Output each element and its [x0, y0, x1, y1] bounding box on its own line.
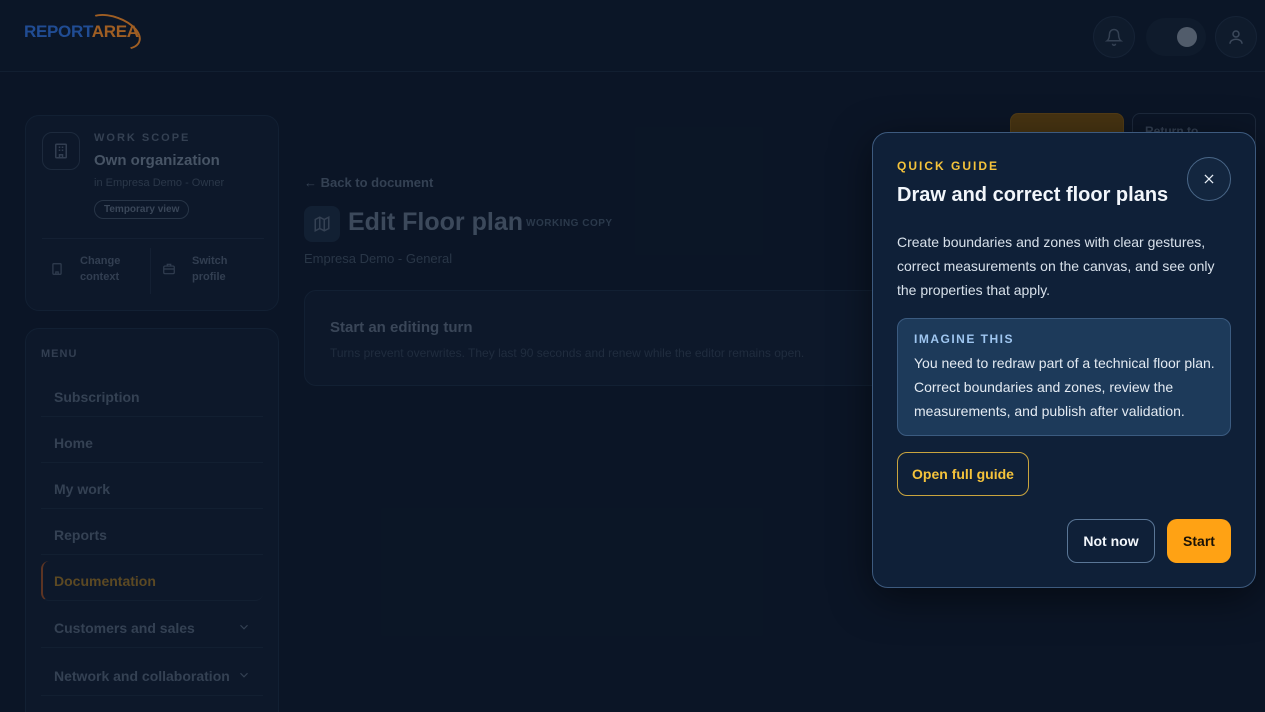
- close-button[interactable]: [1187, 157, 1231, 201]
- quick-guide-popover: QUICK GUIDE Draw and correct floor plans…: [872, 132, 1256, 588]
- guide-eyebrow: QUICK GUIDE: [897, 159, 1000, 173]
- guide-title: Draw and correct floor plans: [897, 184, 1169, 206]
- not-now-button[interactable]: Not now: [1067, 519, 1155, 563]
- guide-body: Create boundaries and zones with clear g…: [897, 234, 1215, 298]
- imagine-text: You need to redraw part of a technical f…: [914, 355, 1215, 419]
- imagine-label: IMAGINE THIS: [914, 332, 1015, 346]
- start-button[interactable]: Start: [1167, 519, 1231, 563]
- close-icon: [1204, 174, 1214, 184]
- open-full-guide-button[interactable]: Open full guide: [897, 452, 1029, 496]
- imagine-this-box: IMAGINE THIS You need to redraw part of …: [897, 318, 1231, 436]
- app-root: REPORTAREA WORK SCOPE Own organization i…: [0, 0, 1265, 712]
